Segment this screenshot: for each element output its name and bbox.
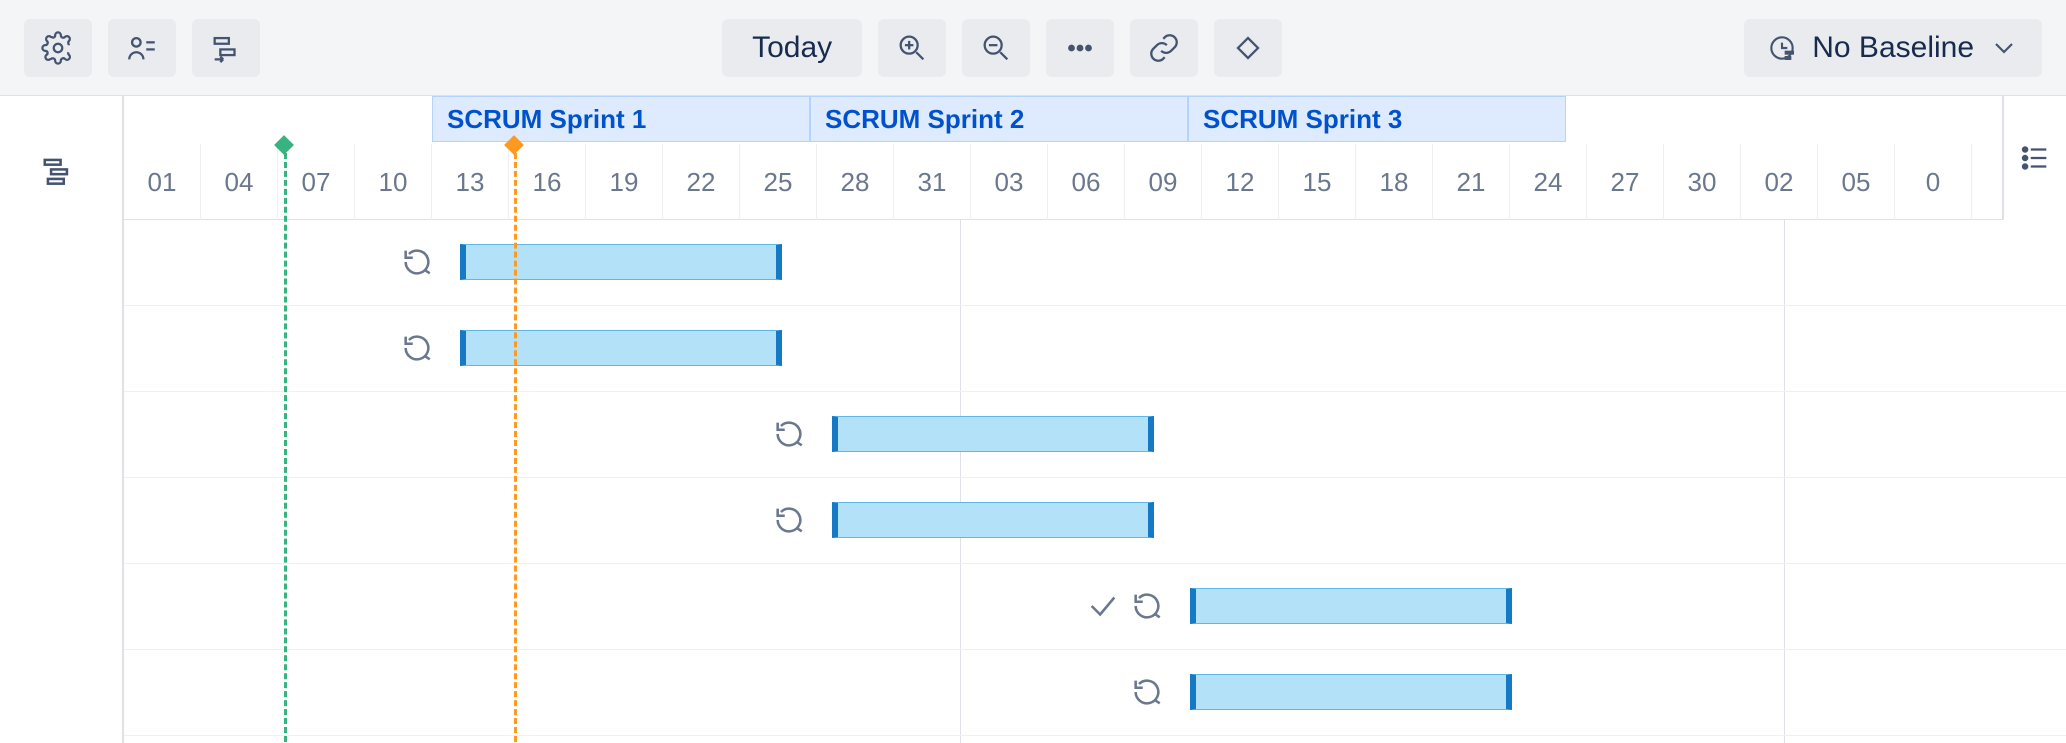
zoom-out-button[interactable] <box>962 19 1030 77</box>
sprint-marker-line <box>514 144 517 742</box>
sprint-block[interactable]: SCRUM Sprint 2 <box>810 96 1188 142</box>
task-row <box>124 478 2066 564</box>
date-cell: 18 <box>1356 144 1433 220</box>
scroll-to-button[interactable] <box>192 19 260 77</box>
date-cell: 13 <box>432 144 509 220</box>
left-gutter <box>0 96 124 743</box>
date-cell: 28 <box>817 144 894 220</box>
chevron-down-icon <box>1988 32 2020 64</box>
row-icons <box>400 244 434 280</box>
toolbar: Today No Baseline <box>0 0 2066 96</box>
date-cell: 10 <box>355 144 432 220</box>
row-icons <box>1130 674 1164 710</box>
date-cell: 25 <box>740 144 817 220</box>
task-row <box>124 564 2066 650</box>
date-cell: 24 <box>1510 144 1587 220</box>
ellipsis-icon <box>1063 31 1097 65</box>
task-row <box>124 306 2066 392</box>
task-row <box>124 220 2066 306</box>
zoom-in-button[interactable] <box>878 19 946 77</box>
today-marker-line <box>284 144 287 742</box>
task-bar[interactable] <box>460 330 782 366</box>
date-cell: 30 <box>1664 144 1741 220</box>
gantt-chart: SCRUM Sprint 1SCRUM Sprint 2SCRUM Sprint… <box>0 96 2066 743</box>
row-icons <box>772 502 806 538</box>
task-bar[interactable] <box>1190 674 1512 710</box>
row-icons <box>400 330 434 366</box>
task-bar[interactable] <box>1190 588 1512 624</box>
task-row <box>124 392 2066 478</box>
date-cell: 15 <box>1279 144 1356 220</box>
date-cell: 06 <box>1048 144 1125 220</box>
baseline-label: No Baseline <box>1812 31 1974 65</box>
cycle-icon <box>772 503 806 537</box>
legend-icon <box>2018 141 2052 175</box>
scroll-to-icon <box>209 31 243 65</box>
sprint-block[interactable]: SCRUM Sprint 3 <box>1188 96 1566 142</box>
cycle-icon <box>400 331 434 365</box>
right-gutter[interactable] <box>2002 96 2066 220</box>
date-cell: 05 <box>1818 144 1895 220</box>
diamond-icon <box>1231 31 1265 65</box>
zoom-in-icon <box>895 31 929 65</box>
today-button[interactable]: Today <box>722 19 862 77</box>
date-cell: 19 <box>586 144 663 220</box>
date-cell: 12 <box>1202 144 1279 220</box>
resources-button[interactable] <box>108 19 176 77</box>
date-row: 0104071013161922252831030609121518212427… <box>124 144 2066 220</box>
cycle-icon <box>400 245 434 279</box>
sprint-block[interactable]: SCRUM Sprint 1 <box>432 96 810 142</box>
task-bar[interactable] <box>460 244 782 280</box>
row-icons <box>772 416 806 452</box>
date-cell: 31 <box>894 144 971 220</box>
timeline-header: SCRUM Sprint 1SCRUM Sprint 2SCRUM Sprint… <box>124 96 2066 220</box>
task-rows <box>124 220 2066 743</box>
date-cell: 22 <box>663 144 740 220</box>
settings-button[interactable] <box>24 19 92 77</box>
dependencies-button[interactable] <box>1130 19 1198 77</box>
task-row <box>124 650 2066 736</box>
expand-bars-icon <box>40 152 78 190</box>
zoom-out-icon <box>979 31 1013 65</box>
date-cell: 07 <box>278 144 355 220</box>
date-cell: 03 <box>971 144 1048 220</box>
cycle-icon <box>1130 589 1164 623</box>
cycle-icon <box>1130 675 1164 709</box>
expand-all-button[interactable] <box>40 152 78 195</box>
date-cell: 21 <box>1433 144 1510 220</box>
more-options-button[interactable] <box>1046 19 1114 77</box>
sprint-row: SCRUM Sprint 1SCRUM Sprint 2SCRUM Sprint… <box>124 96 2066 144</box>
date-cell: 01 <box>124 144 201 220</box>
baseline-icon <box>1766 32 1798 64</box>
date-cell: 16 <box>509 144 586 220</box>
date-cell: 0 <box>1895 144 1972 220</box>
date-cell: 02 <box>1741 144 1818 220</box>
task-bar[interactable] <box>832 502 1154 538</box>
date-cell: 27 <box>1587 144 1664 220</box>
today-label: Today <box>752 31 832 65</box>
date-cell: 09 <box>1125 144 1202 220</box>
task-bar[interactable] <box>832 416 1154 452</box>
user-list-icon <box>125 31 159 65</box>
baseline-dropdown[interactable]: No Baseline <box>1744 19 2042 77</box>
gear-icon <box>41 31 75 65</box>
row-icons <box>1086 588 1164 624</box>
date-cell: 04 <box>201 144 278 220</box>
milestones-button[interactable] <box>1214 19 1282 77</box>
link-icon <box>1147 31 1181 65</box>
cycle-icon <box>772 417 806 451</box>
check-icon <box>1086 589 1120 623</box>
